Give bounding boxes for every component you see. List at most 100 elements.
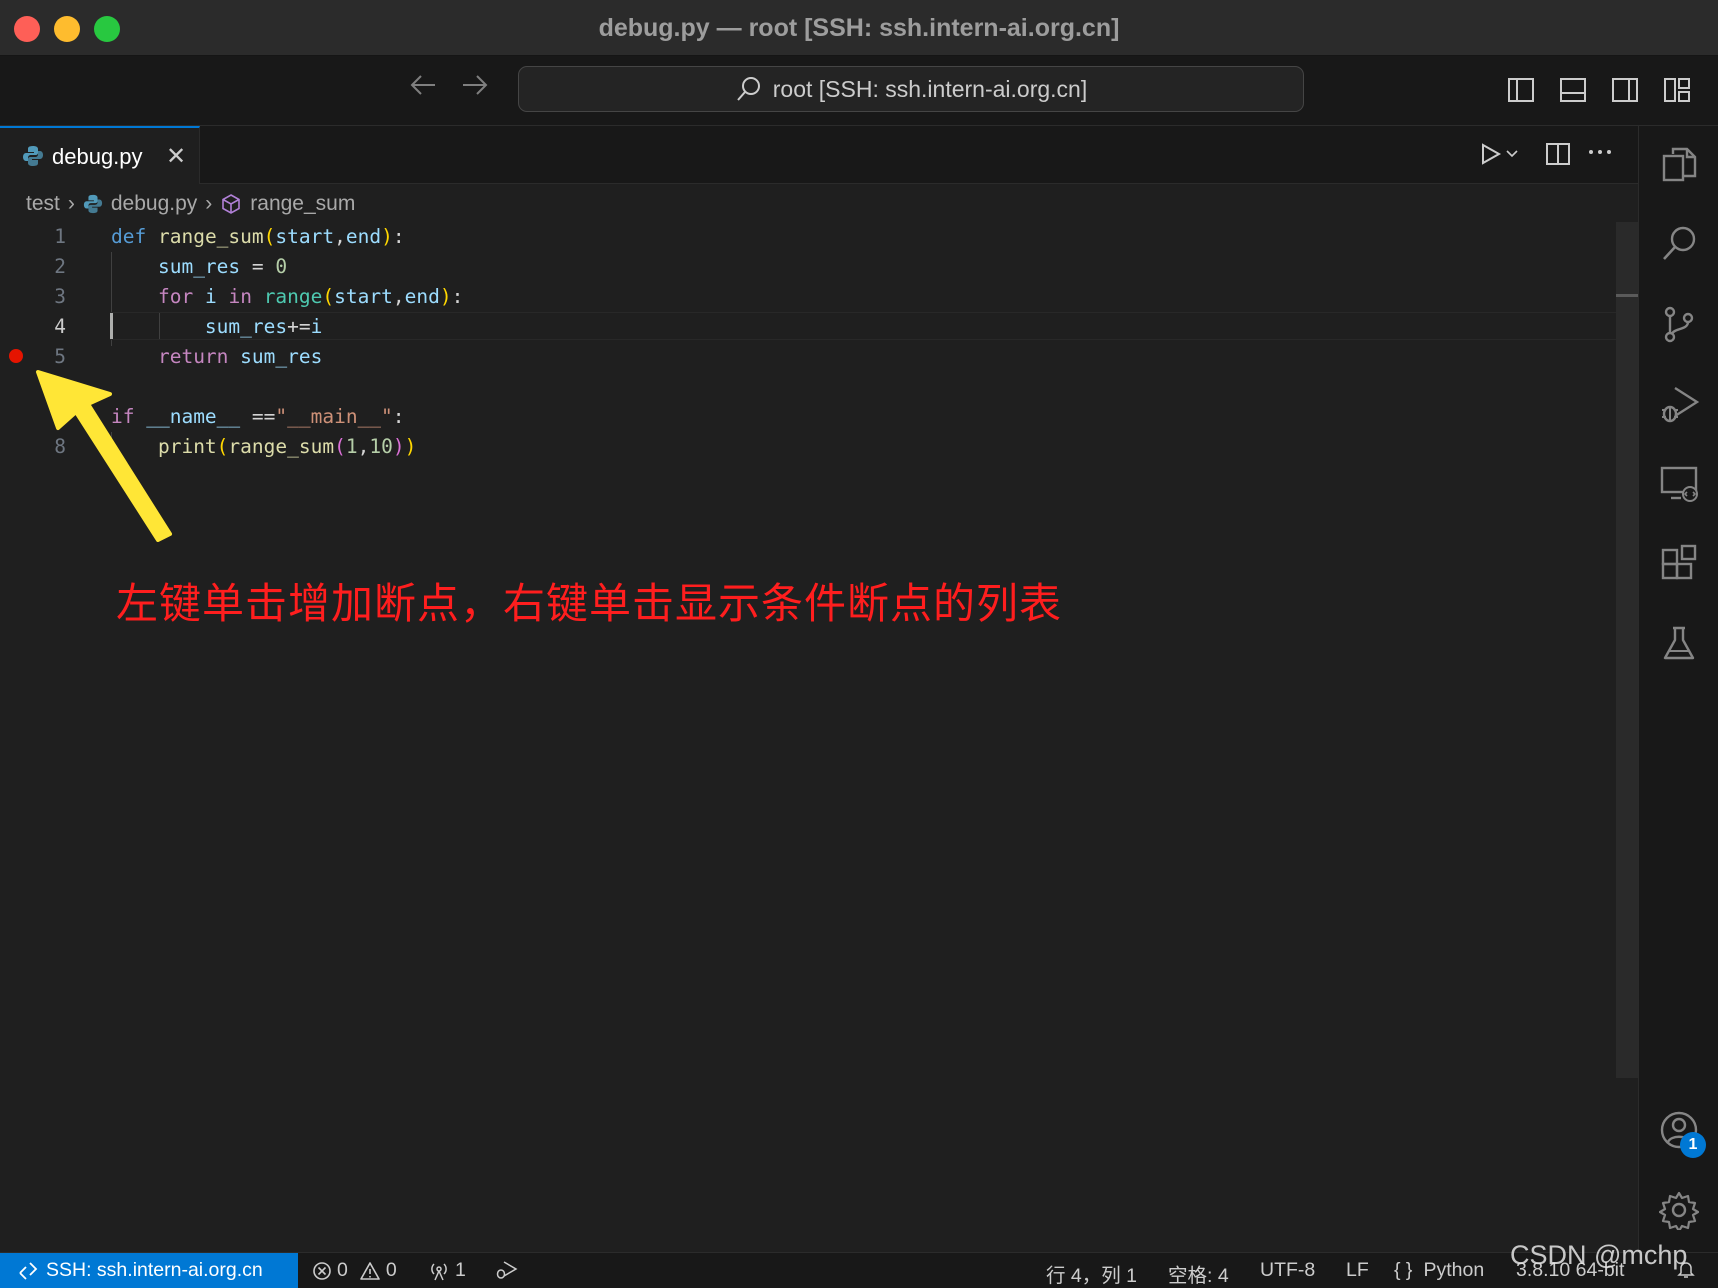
breadcrumb-file[interactable]: debug.py [111,192,197,216]
code-token: start [334,285,393,308]
toggle-panel-icon[interactable] [1560,78,1586,102]
code-token: , [357,435,370,458]
annotation-text: 左键单击增加断点，右键单击显示条件断点的列表 [116,579,1063,628]
extensions-icon[interactable] [1659,544,1699,584]
code-line[interactable]: 5 return sum_res [0,342,1620,372]
customize-layout-icon[interactable] [1664,78,1690,102]
settings-gear-icon[interactable] [1659,1190,1699,1230]
code-token: sum_res [204,315,288,338]
warning-count: 0 [385,1259,397,1281]
code-token: ) [392,435,405,458]
line-number[interactable]: 4 [0,312,66,342]
code-token: ( [263,225,276,248]
status-bar: SSH: ssh.intern-ai.org.cn 0 0 1 行 4，列 1 … [0,1252,1718,1288]
code-token: for [157,285,194,308]
editor-scrollbar[interactable] [1616,222,1638,1078]
code-line[interactable]: 2 sum_res = 0 [0,252,1620,282]
code-token: : [392,405,405,428]
code-token: : [451,285,464,308]
code-token: end [404,285,440,308]
breadcrumb-symbol[interactable]: range_sum [250,192,355,216]
debug-launch-button[interactable] [494,1259,518,1279]
annotation-arrow-icon [36,370,172,542]
code-token: ) [381,225,393,248]
split-editor-icon[interactable] [1546,142,1570,166]
toggle-primary-sidebar-icon[interactable] [1508,78,1534,102]
account-notification-badge: 1 [1680,1132,1706,1158]
python-file-icon [83,194,103,214]
run-python-file-button[interactable] [1480,142,1520,166]
code-token: ( [322,285,335,308]
back-arrow-icon[interactable] [408,72,438,98]
code-token: , [334,225,346,248]
indentation-button[interactable]: 空格: 4 [1168,1259,1229,1288]
code-line[interactable]: 8 print(range_sum(1,10)) [0,432,1620,462]
explorer-icon[interactable] [1659,144,1699,184]
line-number[interactable]: 3 [0,282,66,312]
code-token: in [228,285,252,308]
code-line[interactable]: 3 for i in range(start,end): [0,282,1620,312]
code-token: , [392,285,405,308]
chevron-right-icon: › [205,192,213,215]
code-line[interactable]: 6 [0,372,1620,402]
breakpoint-dot[interactable] [9,349,23,363]
error-count: 0 [337,1259,348,1281]
code-token: end [345,225,382,248]
end-of-line-button[interactable]: LF [1346,1259,1369,1282]
run-debug-icon[interactable] [1659,384,1699,424]
more-actions-icon[interactable] [1588,140,1612,164]
scrollbar-cursor-marker [1616,294,1638,297]
remote-label: SSH: ssh.intern-ai.org.cn [46,1259,263,1281]
command-center-search[interactable]: root [SSH: ssh.intern-ai.org.cn] [518,66,1304,112]
python-file-icon [22,145,44,167]
broadcast-icon [428,1261,450,1281]
remote-icon [18,1261,38,1281]
breadcrumb-folder[interactable]: test [26,192,60,216]
code-token: == [240,405,276,428]
symbol-method-icon [220,193,242,215]
problems-button[interactable]: 0 0 [312,1259,397,1282]
code-token: 10 [369,435,393,458]
code-line[interactable]: 7 if __name__ =="__main__": [0,402,1620,432]
code-line[interactable]: 1 def range_sum(start,end): [0,222,1620,252]
breadcrumb: test › debug.py › range_sum [26,190,355,218]
forward-arrow-icon[interactable] [460,72,490,98]
tab-label: debug.py [52,144,143,169]
ports-button[interactable]: 1 [428,1259,466,1282]
title-bar: debug.py — root [SSH: ssh.intern-ai.org.… [0,0,1718,56]
warning-icon [359,1261,381,1281]
code-token: def [111,225,147,248]
error-icon [312,1261,332,1281]
remote-indicator-button[interactable]: SSH: ssh.intern-ai.org.cn [0,1253,298,1288]
cursor-position-button[interactable]: 行 4，列 1 [1046,1259,1137,1288]
search-icon[interactable] [1659,224,1699,264]
language-mode-button[interactable]: { } Python [1394,1259,1484,1282]
window-title: debug.py — root [SSH: ssh.intern-ai.org.… [598,14,1120,42]
code-token: range_sum [228,435,335,458]
command-bar: root [SSH: ssh.intern-ai.org.cn] [0,56,1718,126]
encoding-button[interactable]: UTF-8 [1260,1259,1315,1282]
code-token: 1 [345,435,358,458]
testing-icon[interactable] [1659,624,1699,664]
code-token: start [275,225,335,248]
source-control-icon[interactable] [1659,304,1699,344]
editor-tab-bar: debug.py ✕ [0,126,1638,184]
code-token: "__main__" [275,405,393,428]
close-tab-button[interactable]: ✕ [166,142,186,171]
code-token: return [157,345,229,368]
code-token: ( [216,435,229,458]
toggle-secondary-sidebar-icon[interactable] [1612,78,1638,102]
tab-debug-py[interactable]: debug.py ✕ [0,126,200,184]
code-line-current[interactable]: 4 sum_res+=i [0,312,1620,342]
code-token: ( [334,435,346,458]
chevron-right-icon: › [67,192,75,215]
code-token: : [392,225,405,248]
command-center-label: root [SSH: ssh.intern-ai.org.cn] [772,75,1088,102]
search-icon [735,75,763,103]
code-token: = [240,255,276,278]
braces-icon: { } [1394,1259,1413,1281]
line-number[interactable]: 2 [0,252,66,282]
remote-explorer-icon[interactable] [1659,464,1699,504]
code-token: += [287,315,311,338]
line-number[interactable]: 1 [0,222,66,252]
